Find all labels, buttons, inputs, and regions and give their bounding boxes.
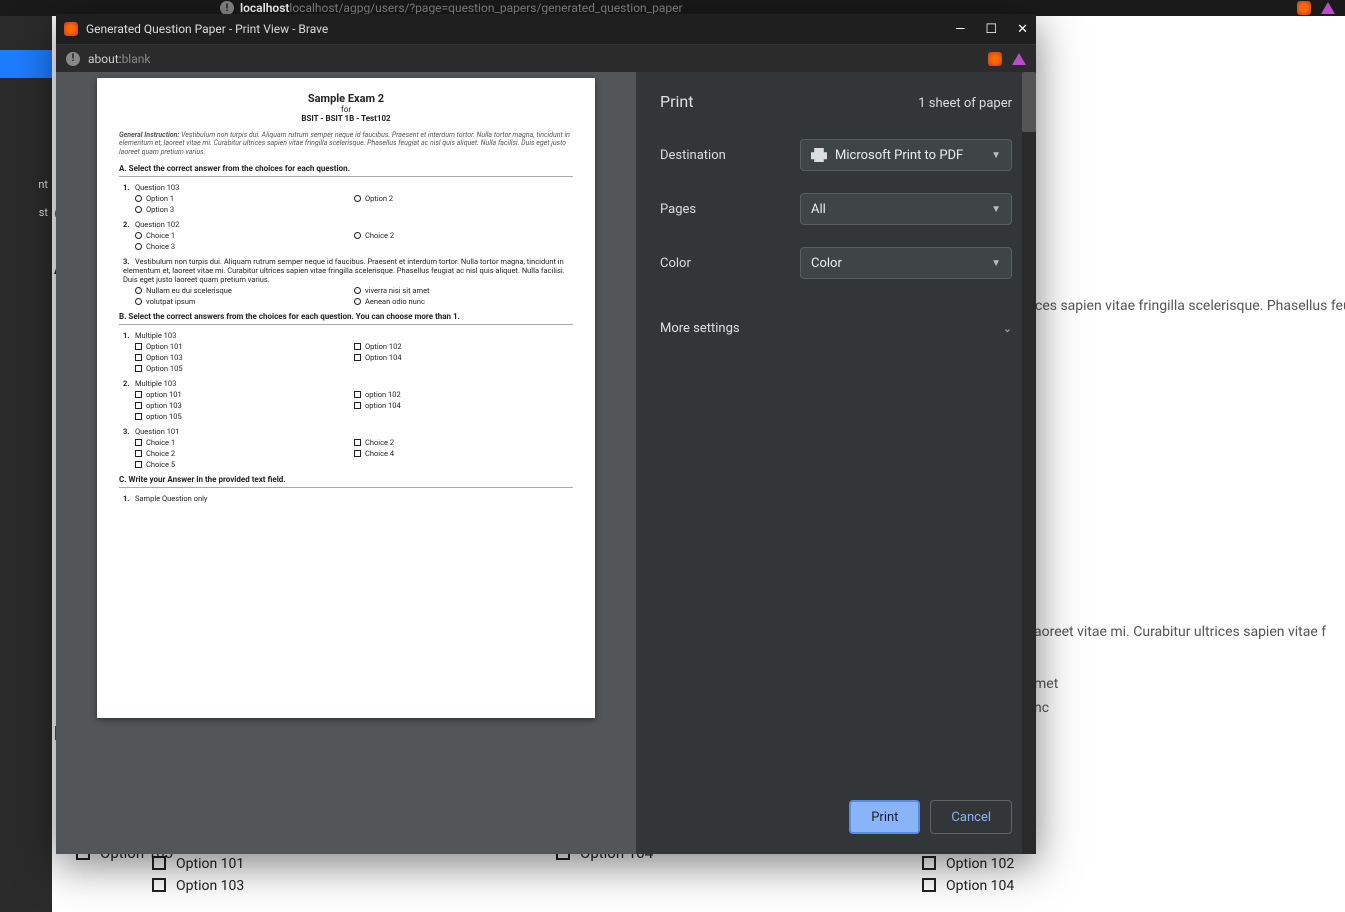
color-select[interactable]: Color ▼	[800, 247, 1012, 279]
color-label: Color	[660, 256, 800, 271]
cancel-button[interactable]: Cancel	[930, 800, 1012, 834]
brave-lion-icon	[64, 22, 78, 36]
maximize-button[interactable]: ☐	[985, 22, 997, 37]
brave-shield-icon[interactable]	[1321, 2, 1335, 14]
exam-title: Sample Exam 2	[119, 92, 573, 105]
brave-lion-icon[interactable]	[988, 52, 1002, 66]
chevron-down-icon: ▼	[991, 150, 1001, 161]
more-settings-toggle[interactable]: More settings ⌄	[660, 321, 1012, 336]
window-title: Generated Question Paper - Print View - …	[86, 22, 947, 36]
chevron-down-icon: ▼	[991, 204, 1001, 215]
close-button[interactable]: ✕	[1017, 22, 1028, 37]
scrollbar[interactable]	[1022, 72, 1036, 854]
destination-select[interactable]: Microsoft Print to PDF ▼	[800, 139, 1012, 171]
brave-lion-icon[interactable]	[1297, 1, 1311, 15]
window-titlebar: Generated Question Paper - Print View - …	[56, 14, 1036, 44]
pages-label: Pages	[660, 202, 800, 217]
site-info-icon[interactable]: !	[66, 52, 80, 66]
pages-select[interactable]: All ▼	[800, 193, 1012, 225]
print-preview-area[interactable]: Sample Exam 2 for BSIT - BSIT 1B - Test1…	[56, 72, 636, 854]
printer-icon	[811, 148, 827, 162]
print-settings-panel: Print 1 sheet of paper Destination Micro…	[636, 72, 1036, 854]
destination-label: Destination	[660, 148, 800, 163]
info-icon: !	[220, 1, 234, 15]
minimize-button[interactable]: —	[955, 22, 965, 37]
chevron-down-icon: ⌄	[1003, 322, 1012, 335]
brave-rewards-icon[interactable]	[1012, 53, 1026, 65]
background-sidebar: nt st	[0, 16, 52, 912]
brave-print-window: Generated Question Paper - Print View - …	[56, 14, 1036, 854]
chevron-down-icon: ▼	[991, 258, 1001, 269]
print-button[interactable]: Print	[849, 800, 920, 834]
address-bar[interactable]: ! about:blank	[56, 44, 1036, 72]
preview-page: Sample Exam 2 for BSIT - BSIT 1B - Test1…	[97, 78, 595, 718]
print-title: Print	[660, 92, 693, 111]
sheet-count: 1 sheet of paper	[918, 96, 1012, 111]
